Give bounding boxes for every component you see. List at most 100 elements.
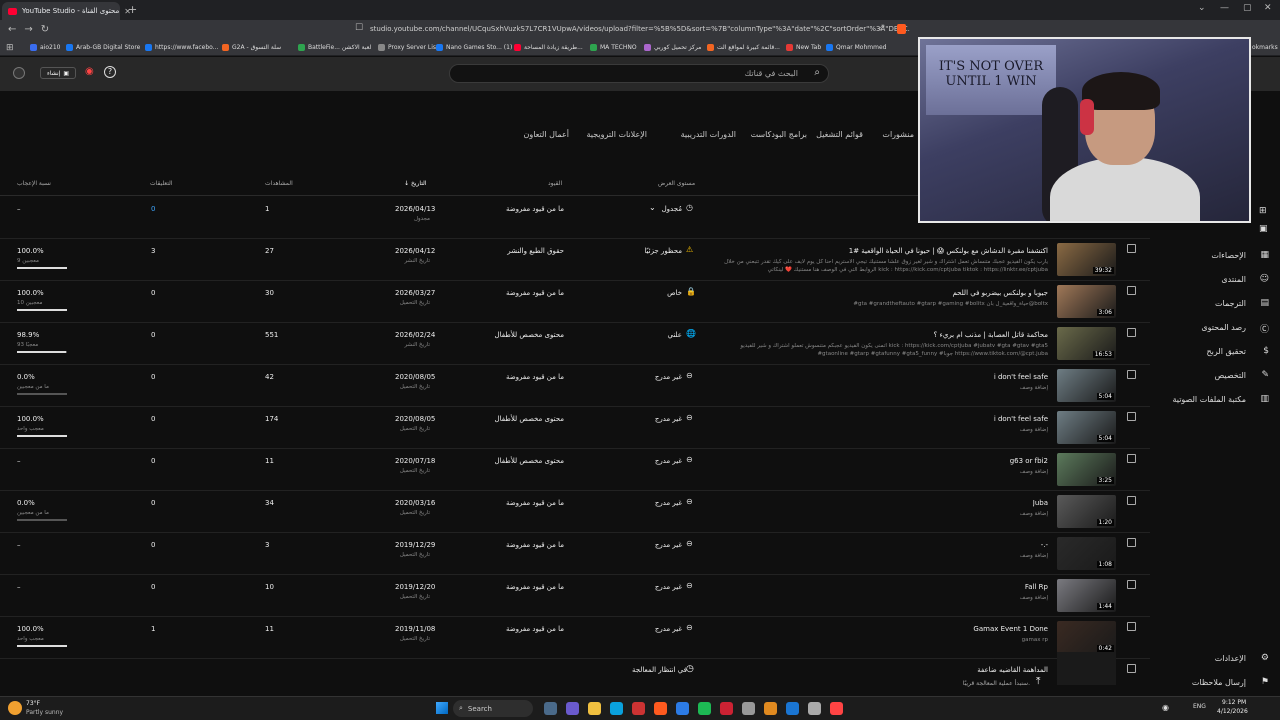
- close-window-icon[interactable]: ✕: [1264, 3, 1272, 13]
- visibility-value[interactable]: محظور جزئيًا: [644, 247, 682, 255]
- video-thumbnail[interactable]: 1:20: [1057, 495, 1116, 528]
- tab-item[interactable]: الإعلانات الترويجية: [586, 130, 647, 142]
- chevron-down-icon[interactable]: ⌄: [649, 203, 656, 212]
- video-title[interactable]: -.-: [1041, 541, 1048, 549]
- copilot-icon[interactable]: [566, 702, 579, 715]
- file-explorer-icon[interactable]: [588, 702, 601, 715]
- comments-value[interactable]: 1: [151, 625, 155, 633]
- discord-icon[interactable]: [676, 702, 689, 715]
- visibility-value[interactable]: غير مدرج: [655, 415, 682, 423]
- brave-icon[interactable]: [654, 702, 667, 715]
- minimize-icon[interactable]: —: [1220, 3, 1229, 13]
- live-icon[interactable]: ◉: [85, 66, 94, 77]
- edge-icon[interactable]: [610, 702, 623, 715]
- share-icon[interactable]: ⇗: [878, 23, 886, 33]
- video-thumbnail[interactable]: 3:06: [1057, 285, 1116, 318]
- bookmark-item[interactable]: aio210: [30, 42, 60, 53]
- help-icon[interactable]: ?: [104, 66, 116, 78]
- sidebar-item[interactable]: إرسال ملاحظات ⚑: [1160, 676, 1272, 690]
- search-input[interactable]: البحث في قناتك: [745, 69, 798, 78]
- comments-value[interactable]: 0: [151, 457, 155, 465]
- sidebar-item[interactable]: المنتدى ☺: [1160, 273, 1272, 287]
- tab-item[interactable]: أعمال التعاون: [523, 130, 569, 142]
- brave-icon[interactable]: [897, 24, 906, 34]
- video-thumbnail[interactable]: 5:04: [1057, 369, 1116, 402]
- bookmark-item[interactable]: Qmar Mohmmed: [826, 42, 886, 53]
- wifi-icon[interactable]: ◉: [1162, 703, 1169, 712]
- sidebar-item[interactable]: مكتبة الملفات الصوتية ▥: [1160, 393, 1272, 407]
- video-thumbnail[interactable]: 3:25: [1057, 453, 1116, 486]
- grid-icon[interactable]: ⊞: [1259, 206, 1267, 216]
- visibility-value[interactable]: غير مدرج: [655, 541, 682, 549]
- video-thumbnail[interactable]: 0:42: [1057, 621, 1116, 654]
- content-icon[interactable]: ▣: [1259, 224, 1268, 234]
- all-bookmarks-link[interactable]: okmarks: [1252, 42, 1278, 53]
- back-icon[interactable]: ←: [8, 24, 16, 35]
- tab-item[interactable]: قوائم التشغيل: [816, 130, 863, 142]
- video-title[interactable]: Juba: [1033, 499, 1048, 507]
- video-title[interactable]: i don't feel safe: [994, 415, 1048, 423]
- processing-title[interactable]: المداهمة القاضيه ضاعفة: [977, 666, 1048, 674]
- url-field[interactable]: studio.youtube.com/channel/UCquSxhVuzkS7…: [370, 23, 910, 36]
- weather-temp[interactable]: 73°F: [26, 700, 40, 707]
- video-title[interactable]: اكتشفنا مقبرة الدشاش مع بولنكس 😱 | حيونا…: [849, 247, 1048, 255]
- col-visibility[interactable]: مستوى العرض: [658, 180, 695, 187]
- visibility-value[interactable]: مُجدول: [662, 205, 682, 213]
- col-comments[interactable]: التعليقات: [150, 180, 173, 187]
- forward-icon[interactable]: →: [24, 24, 32, 35]
- col-likes[interactable]: نسبة الإعجاب: [17, 180, 51, 187]
- visibility-value[interactable]: غير مدرج: [655, 373, 682, 381]
- language-indicator[interactable]: ENG: [1193, 703, 1206, 710]
- video-title[interactable]: جيوبا و بولنكس بيضربو في اللحم: [952, 289, 1048, 297]
- video-title[interactable]: i don't feel safe: [994, 373, 1048, 381]
- bookmark-item[interactable]: طريقة زيادة المساحة...: [514, 42, 583, 53]
- comments-value[interactable]: 0: [151, 541, 155, 549]
- row-checkbox[interactable]: [1127, 622, 1136, 631]
- tab-item[interactable]: منشورات: [882, 130, 914, 142]
- create-button[interactable]: إنشاء ▣: [40, 67, 76, 79]
- video-thumbnail[interactable]: 1:44: [1057, 579, 1116, 612]
- search-box[interactable]: البحث في قناتك ⌕: [449, 64, 829, 83]
- apps-icon[interactable]: ⊞: [6, 42, 14, 53]
- video-thumbnail[interactable]: 16:53: [1057, 327, 1116, 360]
- windows-start-icon[interactable]: [436, 702, 448, 714]
- store-icon[interactable]: [632, 702, 645, 715]
- sidebar-item[interactable]: التخصيص ✎: [1160, 369, 1272, 383]
- row-checkbox[interactable]: [1127, 328, 1136, 337]
- sidebar-item[interactable]: الإعدادات ⚙: [1160, 652, 1272, 666]
- row-checkbox[interactable]: [1127, 454, 1136, 463]
- sidebar-item[interactable]: الإحصاءات ▦: [1160, 249, 1272, 263]
- bookmark-item[interactable]: BattleFie... لعبة الاكشن: [298, 42, 371, 53]
- row-checkbox[interactable]: [1127, 370, 1136, 379]
- chevron-down-icon[interactable]: ⌄: [1198, 3, 1206, 13]
- comments-value[interactable]: 0: [151, 373, 155, 381]
- visibility-value[interactable]: غير مدرج: [655, 499, 682, 507]
- bookmark-item[interactable]: Proxy Server List: [378, 42, 438, 53]
- video-thumbnail[interactable]: 39:32: [1057, 243, 1116, 276]
- tab-item[interactable]: الدورات التدريبية: [681, 130, 736, 142]
- bookmark-item[interactable]: New Tab: [786, 42, 821, 53]
- comments-value[interactable]: 0: [151, 583, 155, 591]
- bookmark-icon[interactable]: ☐: [355, 23, 363, 33]
- col-date[interactable]: ↓ التاريخ: [404, 180, 427, 187]
- bookmark-item[interactable]: G2A - سلة التسوق: [222, 42, 281, 53]
- row-checkbox[interactable]: [1127, 664, 1136, 673]
- task-view-icon[interactable]: [544, 702, 557, 715]
- comments-value[interactable]: 0: [151, 415, 155, 423]
- visibility-value[interactable]: غير مدرج: [655, 457, 682, 465]
- video-title[interactable]: Fall Rp: [1025, 583, 1048, 591]
- visibility-value[interactable]: غير مدرج: [655, 583, 682, 591]
- bookmark-item[interactable]: Nano Games Sto... (1): [436, 42, 512, 53]
- bookmark-item[interactable]: مركز تحميل كوربي: [644, 42, 701, 53]
- browser-tab[interactable]: YouTube Studio - محتوى القناة ✕: [2, 2, 131, 20]
- search-icon[interactable]: ⌕: [814, 67, 820, 78]
- app-icon[interactable]: [808, 702, 821, 715]
- reload-icon[interactable]: ↻: [41, 24, 49, 35]
- bookmark-item[interactable]: قائمة كبيرة لمواقع الت...: [707, 42, 780, 53]
- sidebar-item[interactable]: رصد المحتوى Ⓒ: [1160, 321, 1272, 335]
- comments-value[interactable]: 0: [151, 331, 155, 339]
- visibility-value[interactable]: غير مدرج: [655, 625, 682, 633]
- visibility-value[interactable]: خاص: [667, 289, 682, 297]
- row-checkbox[interactable]: [1127, 538, 1136, 547]
- clock-time[interactable]: 9:12 PM: [1222, 699, 1246, 706]
